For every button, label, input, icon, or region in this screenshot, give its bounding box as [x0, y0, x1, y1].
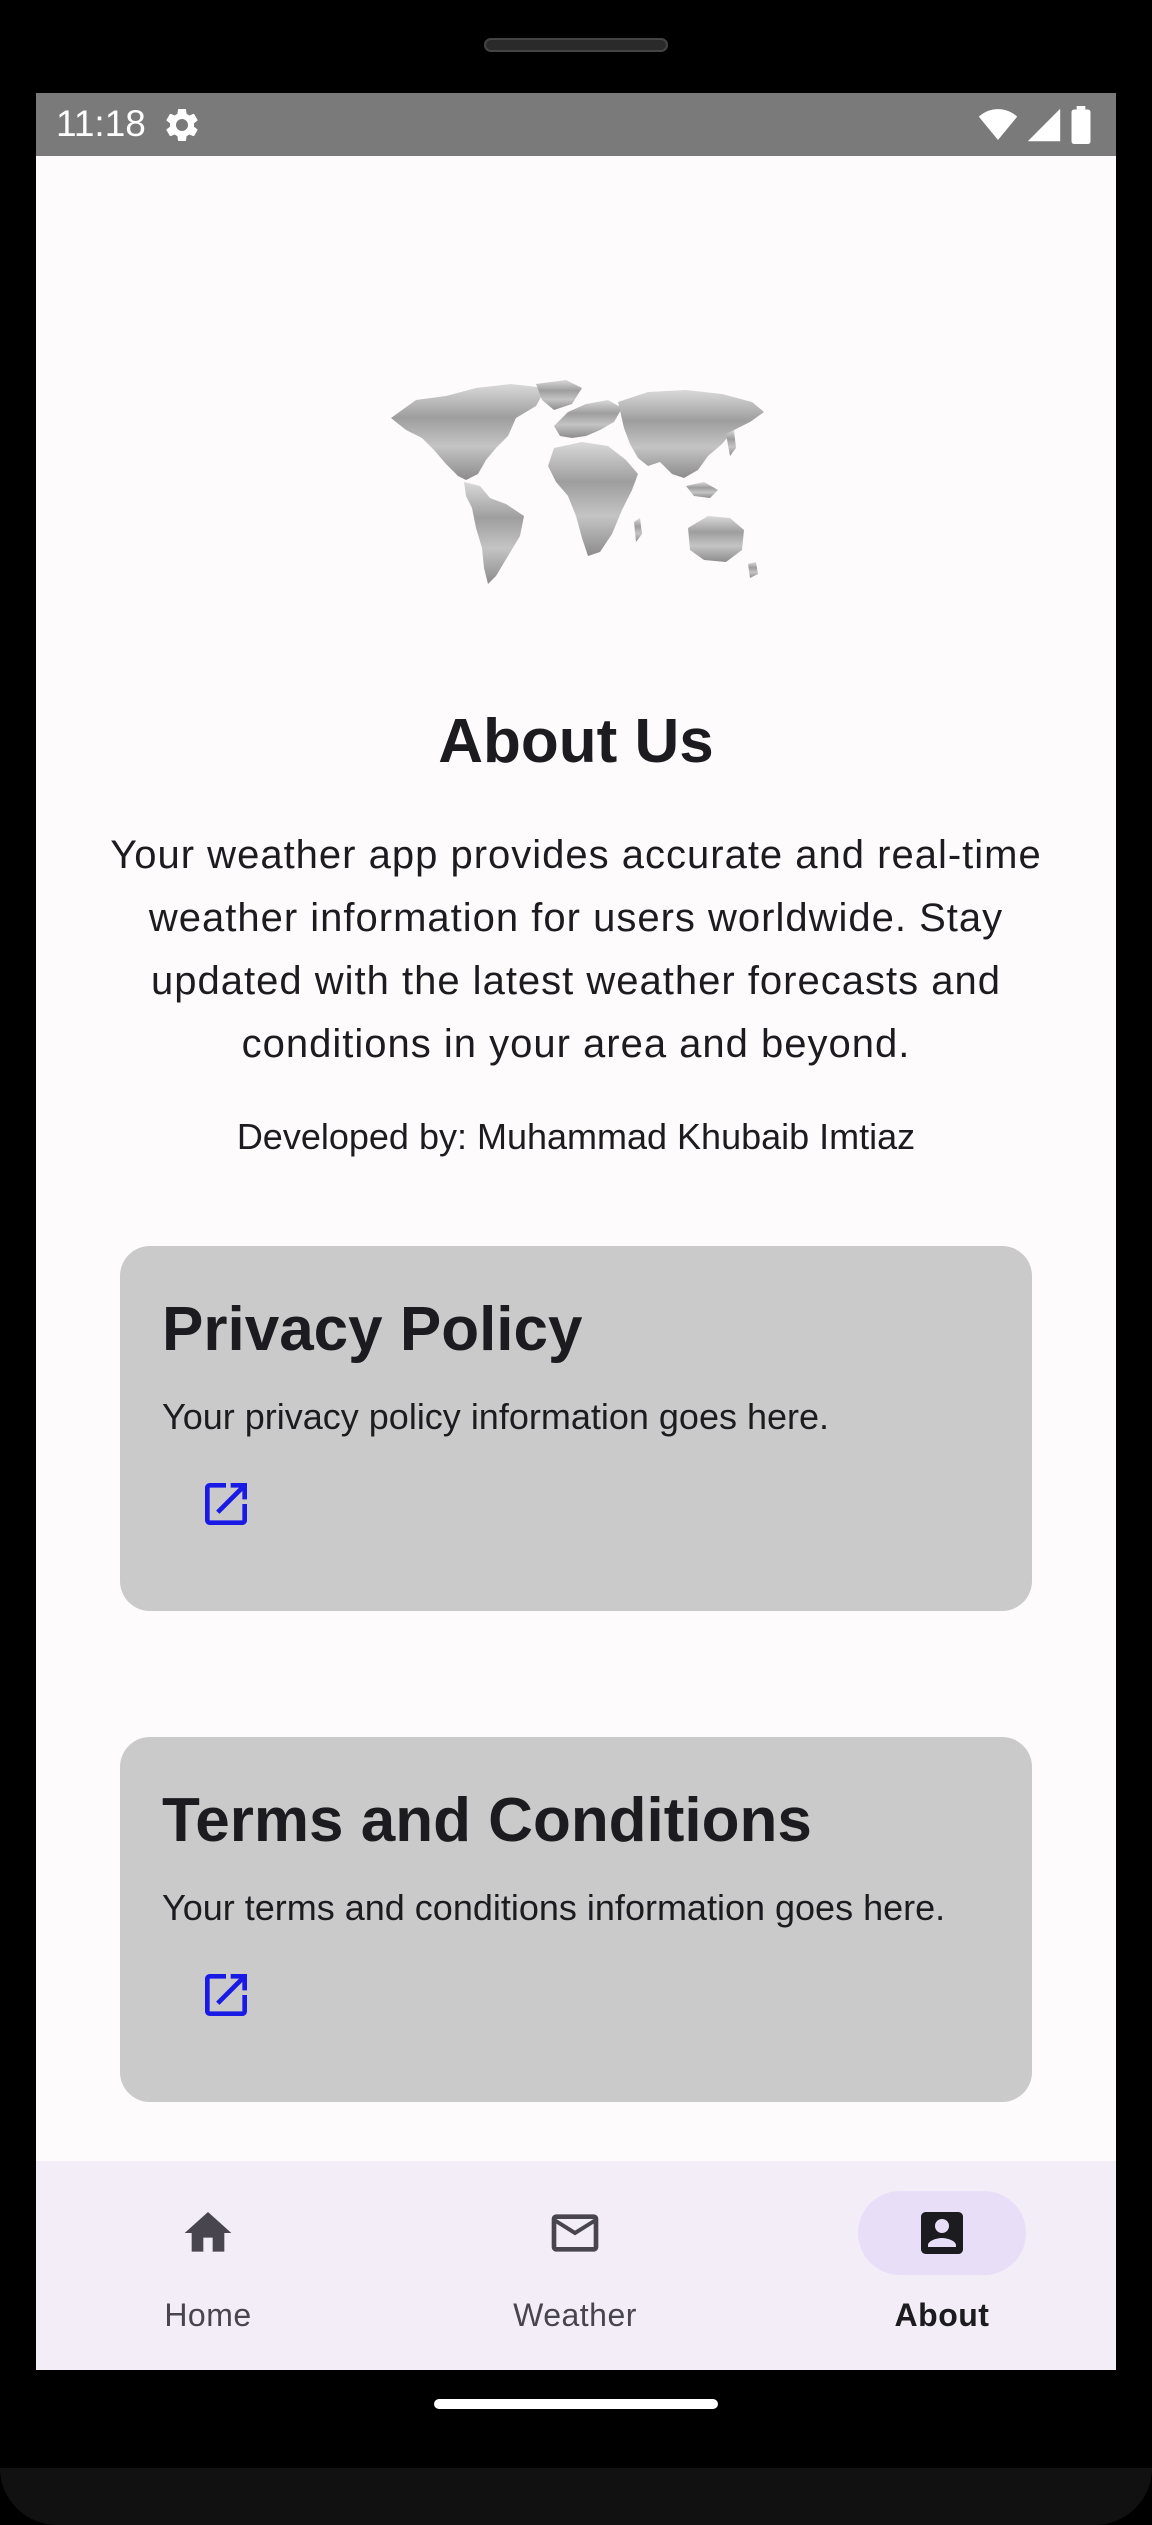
- open-in-new-icon[interactable]: [198, 1476, 254, 1532]
- settings-gear-icon: [166, 108, 198, 141]
- privacy-policy-title: Privacy Policy: [162, 1295, 583, 1364]
- nav-label-weather: Weather: [513, 2297, 637, 2333]
- privacy-policy-text: Your privacy policy information goes her…: [162, 1396, 830, 1437]
- wifi-icon: [978, 109, 1018, 140]
- home-gesture-bar[interactable]: [434, 2399, 718, 2409]
- nav-label-about: About: [894, 2297, 990, 2333]
- nav-label-home: Home: [164, 2297, 252, 2333]
- page-title: About Us: [438, 707, 714, 776]
- status-bar: 11:18: [36, 93, 1116, 156]
- terms-and-conditions-title: Terms and Conditions: [162, 1786, 812, 1855]
- device-frame: 11:18 About Us Your weather app provides…: [0, 0, 1152, 2525]
- terms-and-conditions-text: Your terms and conditions information go…: [162, 1887, 946, 1928]
- nav-item-about[interactable]: About: [822, 2161, 1062, 2370]
- about-description: Your weather app provides accurate and r…: [110, 833, 1042, 1066]
- home-icon: [184, 2212, 232, 2252]
- nav-item-home[interactable]: Home: [88, 2161, 328, 2370]
- cellular-signal-icon: [1027, 108, 1061, 142]
- status-time: 11:18: [56, 103, 146, 144]
- screen: 11:18 About Us Your weather app provides…: [36, 93, 1116, 2370]
- device-chin: [0, 2468, 1152, 2525]
- status-icons: [978, 105, 1092, 145]
- open-in-new-icon[interactable]: [198, 1967, 254, 2023]
- battery-icon: [1071, 106, 1091, 144]
- terms-and-conditions-card: Terms and Conditions Your terms and cond…: [120, 1737, 1032, 2102]
- earpiece-speaker: [484, 38, 668, 52]
- mail-icon: [551, 2214, 599, 2252]
- developer-credit: Developed by: Muhammad Khubaib Imtiaz: [236, 1116, 916, 1157]
- nav-item-weather[interactable]: Weather: [455, 2161, 695, 2370]
- account-box-icon: [921, 2212, 963, 2254]
- world-map-icon: [391, 380, 764, 584]
- privacy-policy-card: Privacy Policy Your privacy policy infor…: [120, 1246, 1032, 1611]
- bottom-navigation-bar: Home Weather About: [36, 2161, 1116, 2370]
